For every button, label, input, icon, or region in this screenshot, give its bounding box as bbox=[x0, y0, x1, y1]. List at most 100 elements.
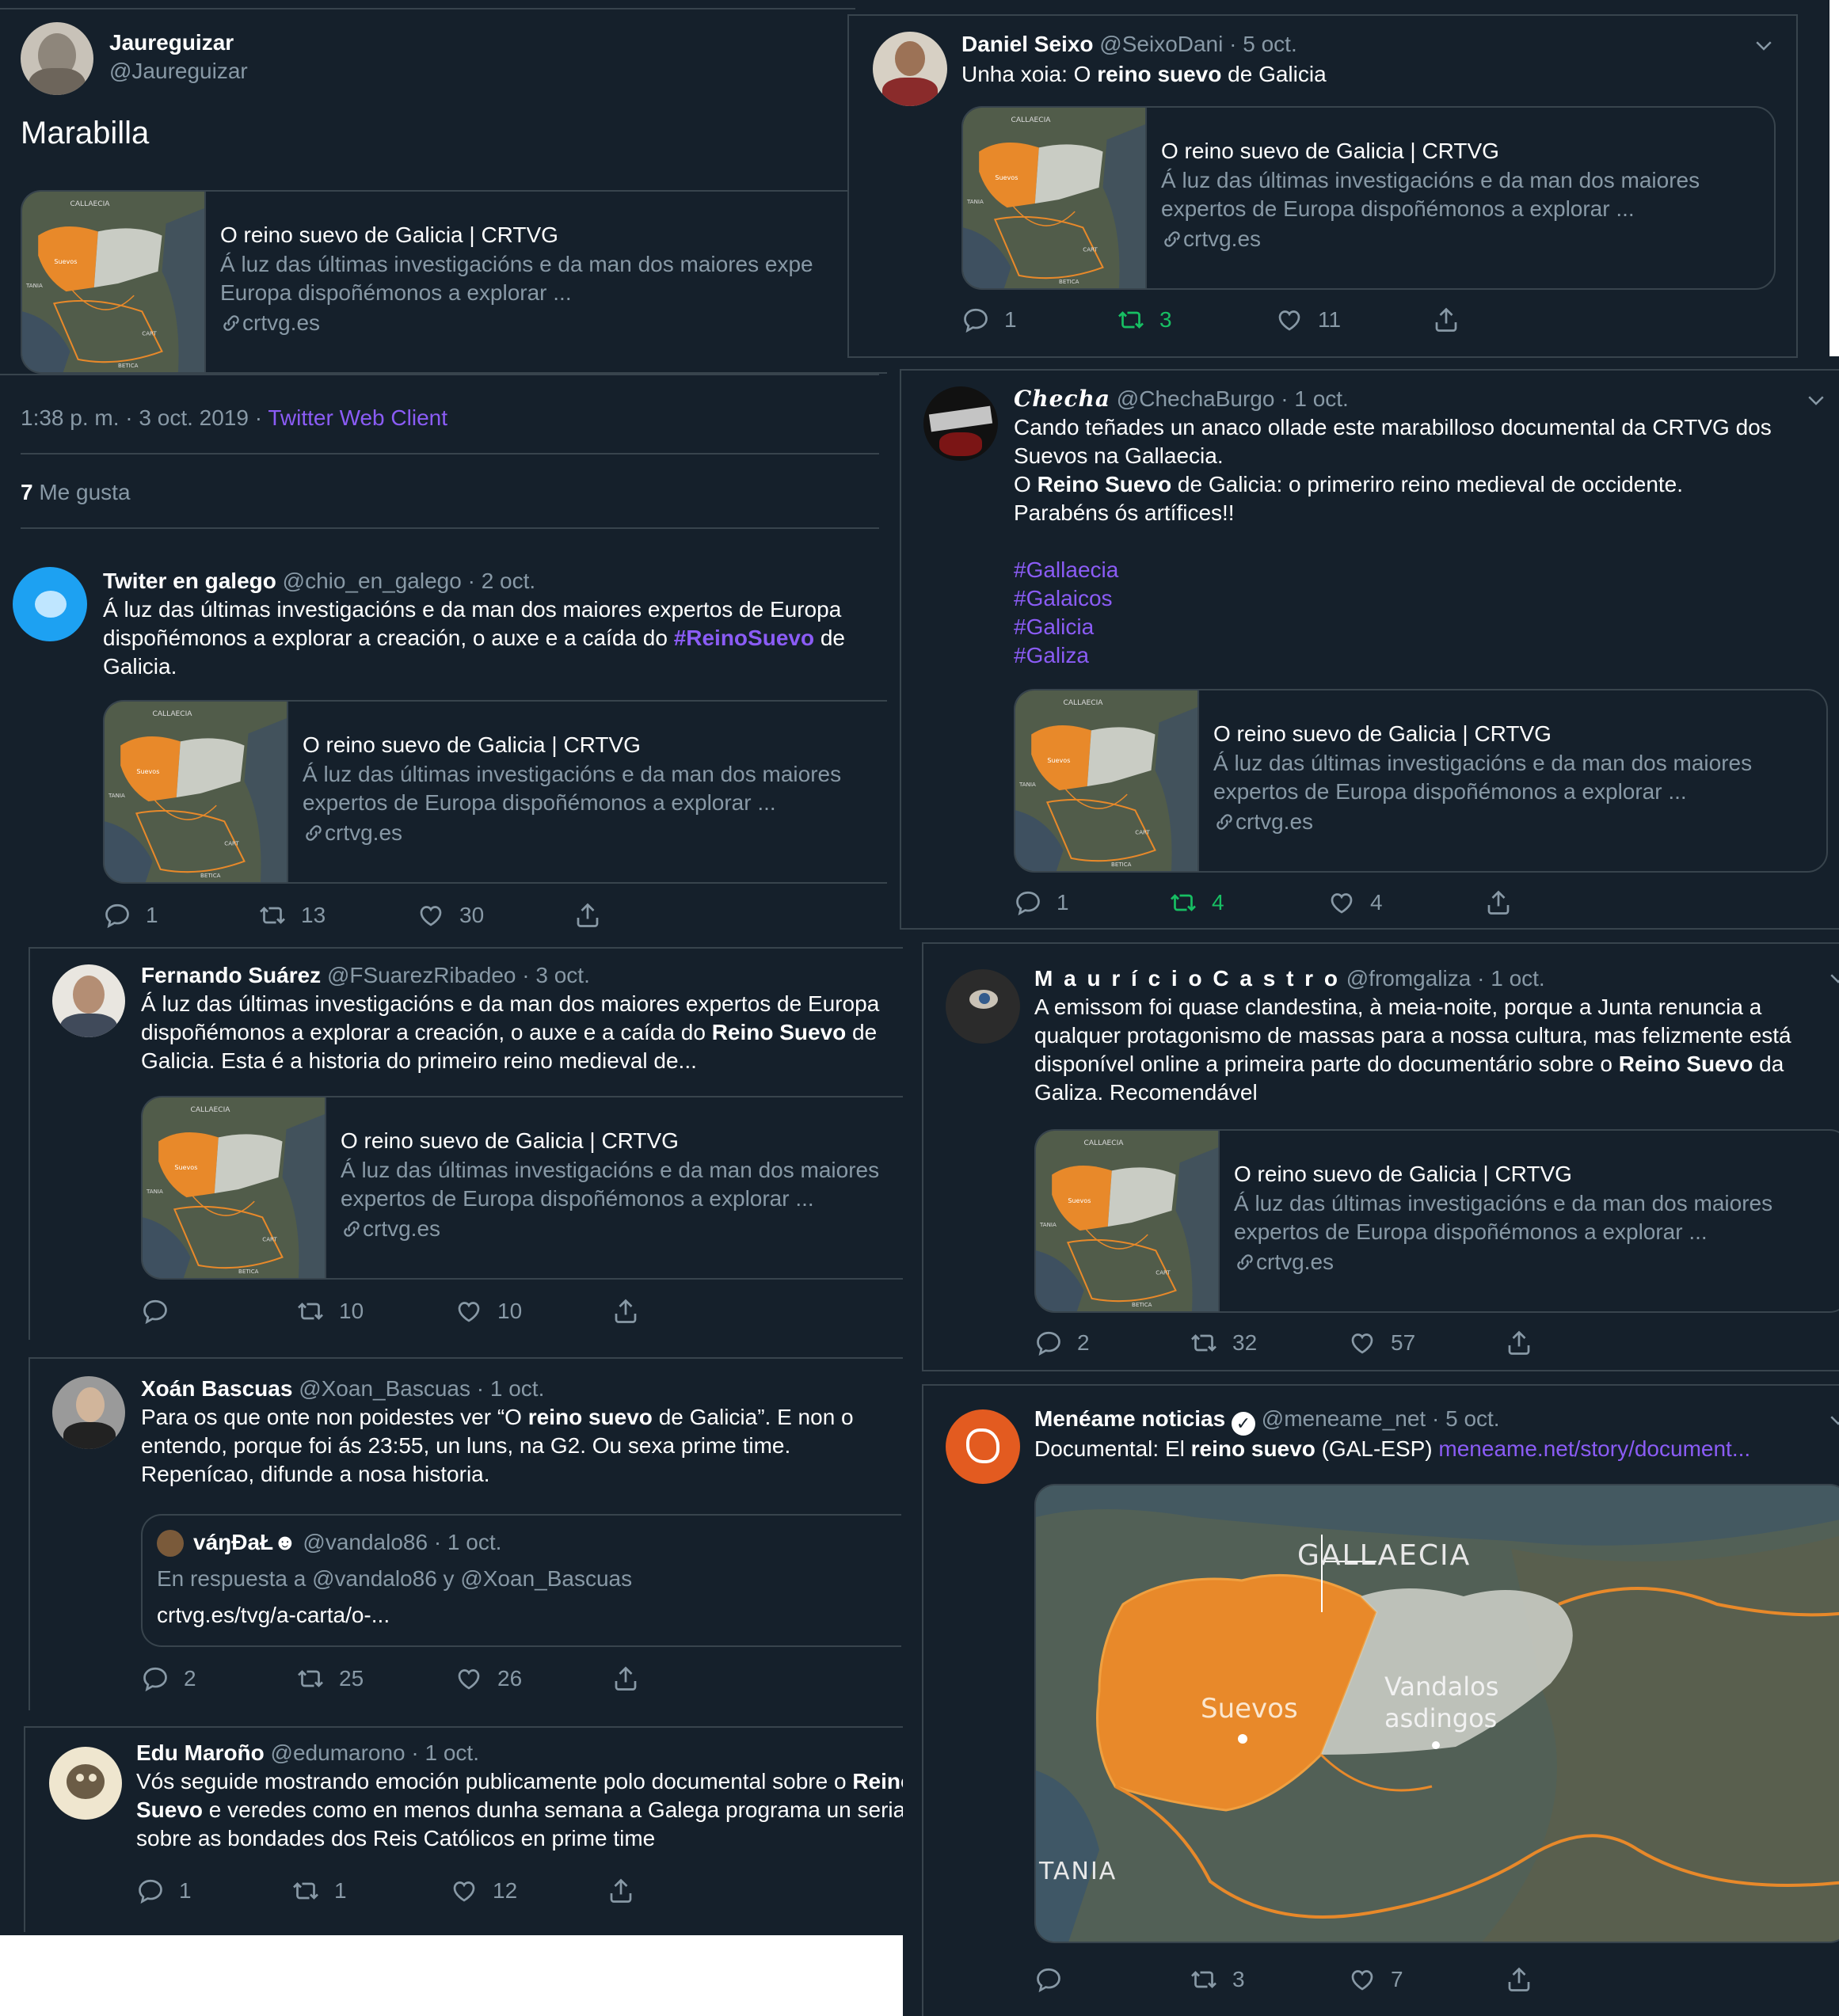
chevron-down-icon[interactable] bbox=[1752, 33, 1776, 57]
share-button[interactable] bbox=[611, 1661, 640, 1696]
tweet-text: Marabilla bbox=[21, 116, 150, 150]
author-handle[interactable]: @chio_en_galego bbox=[283, 569, 462, 593]
author-name[interactable]: Fernando Suárez bbox=[141, 963, 321, 987]
author-name[interactable]: Jaureguizar bbox=[109, 29, 234, 57]
hashtag-link[interactable]: #ReinoSuevo bbox=[674, 626, 814, 650]
like-button[interactable]: 57 bbox=[1348, 1326, 1415, 1360]
share-button[interactable] bbox=[1505, 1962, 1533, 1997]
tweet-date[interactable]: · 1 oct. bbox=[411, 1740, 479, 1765]
share-button[interactable] bbox=[607, 1873, 635, 1908]
tweet-fernando-suarez[interactable]: Fernando Suárez @FSuarezRibadeo · 3 oct.… bbox=[29, 947, 903, 1340]
share-button[interactable] bbox=[611, 1294, 640, 1329]
author-name[interactable]: Xoán Bascuas bbox=[141, 1376, 292, 1401]
retweet-button[interactable]: 25 bbox=[296, 1661, 364, 1696]
link-card[interactable]: O reino suevo de Galicia | CRTVG Á luz d… bbox=[961, 106, 1776, 290]
card-title: O reino suevo de Galicia | CRTVG bbox=[1234, 1162, 1572, 1186]
quoted-tweet[interactable]: váŋÐaŁ☻ @vandalo86 · 1 oct. En respuesta… bbox=[141, 1514, 901, 1647]
reply-button[interactable]: 1 bbox=[103, 898, 158, 933]
link-card[interactable]: O reino suevo de Galicia | CRTVG Á luz d… bbox=[21, 190, 887, 374]
tweet-twiter-en-galego[interactable]: Twiter en galego @chio_en_galego · 2 oct… bbox=[0, 551, 887, 939]
tweet-date[interactable]: · 1 oct. bbox=[477, 1376, 545, 1401]
avatar[interactable] bbox=[52, 1376, 125, 1449]
share-button[interactable] bbox=[1505, 1326, 1533, 1360]
chevron-down-icon[interactable] bbox=[1826, 1408, 1839, 1432]
retweet-button[interactable]: 4 bbox=[1169, 885, 1224, 920]
author-name[interactable]: Daniel Seixo bbox=[961, 32, 1094, 56]
reply-button[interactable] bbox=[1034, 1962, 1077, 1997]
author-handle[interactable]: @fromgaliza bbox=[1346, 966, 1472, 991]
share-button[interactable] bbox=[1432, 302, 1460, 337]
tweet-date[interactable]: · 3 oct. bbox=[522, 963, 590, 987]
retweet-button[interactable]: 10 bbox=[296, 1294, 364, 1329]
reply-button[interactable]: 1 bbox=[1014, 885, 1069, 920]
author-handle[interactable]: @Jaureguizar bbox=[109, 57, 248, 86]
retweet-button[interactable]: 3 bbox=[1117, 302, 1172, 337]
tweet-meneame[interactable]: Menéame noticias ✓ @meneame_net · 5 oct.… bbox=[922, 1384, 1839, 2016]
client-link[interactable]: Twitter Web Client bbox=[268, 405, 447, 430]
author-name[interactable]: M a u r í c i o C a s t r o bbox=[1034, 966, 1340, 991]
avatar[interactable] bbox=[49, 1747, 122, 1820]
avatar[interactable] bbox=[52, 964, 125, 1037]
author-handle[interactable]: @edumarono bbox=[271, 1740, 405, 1765]
author-name[interactable]: Twiter en galego bbox=[103, 569, 276, 593]
avatar[interactable] bbox=[873, 32, 947, 106]
author-handle[interactable]: @ChechaBurgo bbox=[1117, 386, 1275, 411]
like-button[interactable]: 11 bbox=[1275, 302, 1341, 337]
retweet-button[interactable]: 32 bbox=[1190, 1326, 1257, 1360]
tweet-date[interactable]: · 2 oct. bbox=[468, 569, 536, 593]
author-handle[interactable]: @FSuarezRibadeo bbox=[327, 963, 516, 987]
avatar[interactable] bbox=[946, 1409, 1020, 1484]
link-card[interactable]: O reino suevo de Galicia | CRTVG Á luz d… bbox=[1034, 1129, 1839, 1313]
hashtag-link[interactable]: #Galaicos bbox=[1014, 584, 1822, 613]
avatar[interactable] bbox=[21, 22, 93, 95]
link-card[interactable]: O reino suevo de Galicia | CRTVG Á luz d… bbox=[103, 700, 887, 884]
card-description-line2: Europa dispoñémonos a explorar ... bbox=[220, 280, 572, 305]
author-name[interactable]: Menéame noticias bbox=[1034, 1406, 1225, 1431]
tweet-daniel-seixo[interactable]: Daniel Seixo @SeixoDani · 5 oct. Unha xo… bbox=[847, 14, 1798, 358]
like-button[interactable]: 30 bbox=[417, 898, 484, 933]
tweet-xoan-bascuas[interactable]: Xoán Bascuas @Xoan_Bascuas · 1 oct. Para… bbox=[29, 1357, 903, 1710]
avatar[interactable] bbox=[923, 386, 998, 461]
author-handle[interactable]: @Xoan_Bascuas bbox=[299, 1376, 470, 1401]
author-handle[interactable]: @meneame_net bbox=[1262, 1406, 1426, 1431]
tweet-mauricio-castro[interactable]: M a u r í c i o C a s t r o @fromgaliza … bbox=[922, 942, 1839, 1371]
retweet-button[interactable]: 13 bbox=[258, 898, 326, 933]
avatar[interactable] bbox=[13, 567, 87, 641]
tweet-date[interactable]: · 1 oct. bbox=[1477, 966, 1545, 991]
reply-button[interactable]: 1 bbox=[961, 302, 1017, 337]
like-button[interactable]: 10 bbox=[455, 1294, 522, 1329]
tweet-date[interactable]: · 1 oct. bbox=[1281, 386, 1349, 411]
reply-icon bbox=[141, 1297, 169, 1326]
hashtag-link[interactable]: #Gallaecia bbox=[1014, 556, 1822, 584]
link-card[interactable]: O reino suevo de Galicia | CRTVG Á luz d… bbox=[141, 1096, 903, 1280]
likes-summary[interactable]: 7 Me gusta bbox=[21, 478, 131, 507]
hashtag-link[interactable]: #Galicia bbox=[1014, 613, 1822, 641]
reply-button[interactable] bbox=[141, 1294, 184, 1329]
like-button[interactable]: 7 bbox=[1348, 1962, 1403, 1997]
chevron-down-icon[interactable] bbox=[1804, 388, 1828, 412]
tweet-date[interactable]: · 5 oct. bbox=[1432, 1406, 1500, 1431]
share-button[interactable] bbox=[573, 898, 602, 933]
author-handle[interactable]: @SeixoDani bbox=[1099, 32, 1223, 56]
reply-button[interactable]: 2 bbox=[1034, 1326, 1090, 1360]
reply-button[interactable]: 2 bbox=[141, 1661, 196, 1696]
tweet-checha[interactable]: Checha @ChechaBurgo · 1 oct. Cando teñad… bbox=[900, 369, 1839, 930]
like-button[interactable]: 12 bbox=[450, 1873, 517, 1908]
hashtag-link[interactable]: #Galiza bbox=[1014, 641, 1822, 670]
avatar[interactable] bbox=[946, 969, 1020, 1044]
story-link[interactable]: meneame.net/story/document... bbox=[1438, 1436, 1750, 1461]
retweet-button[interactable]: 3 bbox=[1190, 1962, 1245, 1997]
reply-button[interactable]: 1 bbox=[136, 1873, 192, 1908]
share-button[interactable] bbox=[1484, 885, 1513, 920]
author-name[interactable]: Checha bbox=[1014, 386, 1110, 412]
link-card[interactable]: O reino suevo de Galicia | CRTVG Á luz d… bbox=[1014, 689, 1828, 873]
tweet-date[interactable]: · 5 oct. bbox=[1229, 32, 1297, 56]
like-button[interactable]: 26 bbox=[455, 1661, 522, 1696]
chevron-down-icon[interactable] bbox=[1826, 966, 1839, 990]
author-name[interactable]: Edu Maroño bbox=[136, 1740, 265, 1765]
retweet-button[interactable]: 1 bbox=[291, 1873, 347, 1908]
like-button[interactable]: 4 bbox=[1327, 885, 1383, 920]
heart-icon bbox=[450, 1877, 478, 1905]
map-image[interactable]: GALLAECIA Suevos Vandalos asdingos TANIA bbox=[1034, 1484, 1839, 1943]
tweet-edu-marono[interactable]: Edu Maroño @edumarono · 1 oct. Vós segui… bbox=[24, 1726, 903, 1932]
